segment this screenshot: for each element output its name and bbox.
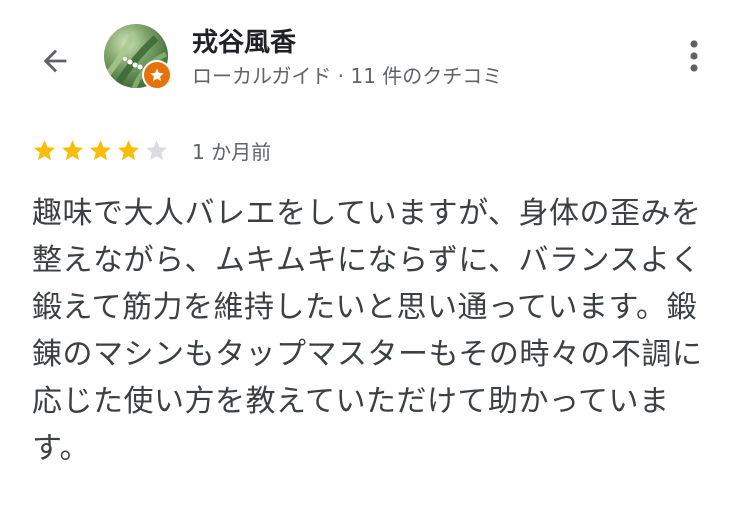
review-time: 1 か月前 bbox=[192, 140, 272, 164]
back-button[interactable] bbox=[30, 36, 80, 86]
star-empty-icon bbox=[146, 140, 167, 161]
rating-row: 1 か月前 bbox=[32, 136, 271, 165]
star-filled-icon bbox=[34, 140, 55, 161]
more-vert-icon bbox=[690, 40, 698, 72]
arrow-back-icon bbox=[43, 49, 67, 73]
review-text: 趣味で大人バレエをしていますが、身体の歪みを整えながら、ムキムキにならずに、バラ… bbox=[32, 196, 703, 466]
star-filled-icon bbox=[118, 140, 139, 161]
local-guide-star-icon bbox=[150, 68, 164, 82]
star-filled-icon bbox=[62, 140, 83, 161]
local-guide-badge bbox=[142, 60, 172, 90]
star-rating bbox=[32, 138, 172, 163]
more-options-button[interactable] bbox=[672, 34, 716, 78]
reviewer-avatar[interactable] bbox=[104, 24, 172, 90]
reviewer-meta: ローカルガイド · 11 件のクチコミ bbox=[192, 64, 503, 88]
star-filled-icon bbox=[90, 140, 111, 161]
review-page: 戎谷風香 ローカルガイド · 11 件のクチコミ 1 か月前 趣味で大人バレエを… bbox=[0, 0, 750, 506]
reviewer-name[interactable]: 戎谷風香 bbox=[192, 22, 296, 59]
